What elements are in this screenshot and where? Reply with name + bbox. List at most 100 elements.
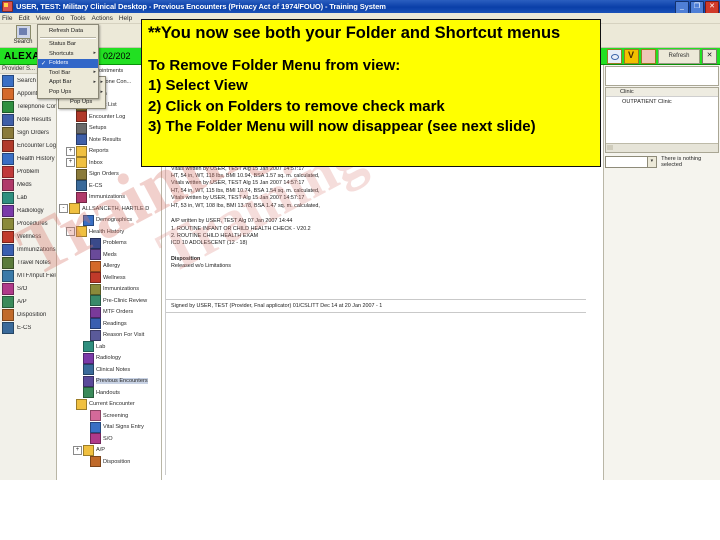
shortcut-item-5[interactable]: Encounter Log [0, 139, 56, 152]
annotation-line-1: **You now see both your Folder and Short… [148, 24, 561, 42]
tree-node-17[interactable]: Allergy [57, 260, 161, 273]
right-panel-toolbar[interactable] [605, 66, 719, 86]
tree-node-15[interactable]: Problems [57, 237, 161, 250]
tree-node-34[interactable]: Disposition [57, 456, 161, 468]
right-panel-combo-row[interactable]: ▾ There is nothing selected [605, 156, 719, 168]
selection-note: There is nothing selected [661, 156, 702, 168]
tree-node-25[interactable]: Radiology [57, 352, 161, 365]
menu-item-refresh-data[interactable]: Refresh Data [38, 26, 98, 36]
tree-node-21[interactable]: MTF Orders [57, 306, 161, 319]
tree-node-29[interactable]: Current Encounter [57, 398, 161, 411]
tree-expander-7[interactable]: + [66, 146, 75, 156]
tree-expander-14[interactable]: - [66, 227, 75, 237]
shortcut-item-13[interactable]: Immunizations [0, 243, 56, 256]
menu-item-status-bar[interactable]: Status Bar [38, 40, 98, 50]
menu-item-pop-ups[interactable]: Pop Ups [38, 87, 98, 97]
shortcut-item-6[interactable]: Health History [0, 152, 56, 165]
tree-node-14[interactable]: - Health History [57, 226, 161, 238]
refresh-button[interactable]: Refresh [658, 49, 700, 64]
patient-banner-tools[interactable]: Refresh ✕ [607, 49, 717, 64]
encounter-log-icon [2, 139, 14, 152]
tree-node-12[interactable]: - ALLSANCETH, HARTLE D [57, 203, 161, 215]
shortcut-item-9[interactable]: Lab [0, 191, 56, 204]
menu-label-status-bar: Status Bar [49, 41, 77, 48]
shortcut-item-18[interactable]: Disposition [0, 308, 56, 321]
menu-item-file[interactable]: File [2, 15, 12, 22]
shortcut-item-7[interactable]: Problem [0, 165, 56, 178]
previous-encounters-icon [83, 375, 94, 387]
tree-label-24: Lab [96, 343, 106, 350]
menu-item-view[interactable]: View [36, 15, 50, 22]
tree-node-22[interactable]: Readings [57, 318, 161, 330]
shortcut-item-10[interactable]: Radiology [0, 204, 56, 217]
annotation-step-3: 3) The Folder Menu will now disappear (s… [148, 118, 536, 135]
tree-expander-33[interactable]: + [73, 445, 82, 455]
banner-close-button[interactable]: ✕ [702, 49, 717, 64]
vitals-icon[interactable] [624, 49, 639, 64]
shortcut-item-15[interactable]: MTF/Input Fields [0, 269, 56, 282]
lab-icon [83, 341, 94, 353]
tree-node-18[interactable]: Wellness [57, 272, 161, 284]
shortcut-item-16[interactable]: S/O [0, 282, 56, 295]
shortcut-item-3[interactable]: Note Results [0, 113, 56, 126]
note-results-icon [2, 113, 14, 126]
tree-node-28[interactable]: Handouts [57, 387, 161, 399]
shortcut-label-0: Search [17, 77, 37, 84]
chevron-down-icon[interactable]: ▾ [647, 156, 658, 168]
tree-node-32[interactable]: S/O [57, 433, 161, 445]
vitals-line-6: Vitals written by USER, TEST Alg 15 Jan … [171, 195, 305, 202]
tree-node-11[interactable]: Immunizations [57, 191, 161, 204]
menu-item-appt-bar[interactable]: Appt Bar ▸ [38, 78, 98, 88]
tree-node-27[interactable]: Previous Encounters [57, 375, 161, 388]
shortcut-item-8[interactable]: Meds [0, 178, 56, 191]
horizontal-scrollbar[interactable] [606, 143, 718, 152]
tree-expander-12[interactable]: - [59, 204, 68, 214]
tree-node-31[interactable]: Vital Signs Entry [57, 421, 161, 434]
menu-item-help[interactable]: Help [119, 15, 132, 22]
right-panel[interactable]: Clinic OUTPATIENT Clinic ▾ There is noth… [604, 65, 720, 480]
shortcut-item-11[interactable]: Procedures [0, 217, 56, 230]
tree-node-10[interactable]: E-CS [57, 180, 161, 192]
problem-icon [2, 165, 14, 178]
shortcut-item-14[interactable]: Travel Notes [0, 256, 56, 269]
menu-item-edit[interactable]: Edit [18, 15, 29, 22]
filter-select[interactable] [605, 156, 648, 168]
allergy-icon[interactable] [641, 49, 656, 64]
tree-node-23[interactable]: Reason For Visit [57, 329, 161, 342]
view-dropdown-menu[interactable]: Refresh Data Status Bar Shortcuts ▸ ✓ Fo… [37, 24, 99, 99]
tree-label-34: Disposition [103, 458, 131, 465]
signature-line: Signed by USER, TEST (Provider, Fnal app… [171, 302, 383, 309]
shortcut-list[interactable]: SearchAppointm...Telephone Con...Note Re… [0, 74, 56, 334]
menu-item-actions[interactable]: Actions [92, 15, 113, 22]
menu-item-folders[interactable]: ✓ Folders [38, 58, 98, 68]
clinic-value[interactable]: OUTPATIENT Clinic [606, 97, 718, 105]
tree-node-24[interactable]: Lab [57, 341, 161, 353]
shortcut-item-2[interactable]: Telephone Con... [0, 100, 56, 113]
shortcut-item-19[interactable]: E-CS [0, 321, 56, 334]
tree-node-33[interactable]: + A/P [57, 444, 161, 457]
menu-item-tool-bar[interactable]: Tool Bar ▸ [38, 68, 98, 78]
tree-label-5: Setups [89, 125, 107, 132]
tree-expander-8[interactable]: + [66, 158, 75, 168]
tree-node-16[interactable]: Meds [57, 249, 161, 261]
provider-shortcut-panel[interactable]: Provider S... Search Appointm... Telephone… [0, 65, 57, 480]
tree-node-26[interactable]: Clinical Notes [57, 364, 161, 376]
application-window: USER, TEST: Military Clinical Desktop - … [0, 0, 720, 540]
tree-node-9[interactable]: Sign Orders [57, 168, 161, 181]
menu-item-tools[interactable]: Tools [70, 15, 85, 22]
tree-node-20[interactable]: Pre-Clinic Review [57, 295, 161, 307]
annotation-step-1: 1) Select View [148, 77, 248, 94]
shortcut-item-4[interactable]: Sign Orders [0, 126, 56, 139]
shortcut-item-12[interactable]: Wellness [0, 230, 56, 243]
tree-node-13[interactable]: Demographics [57, 214, 161, 227]
clinic-list[interactable]: Clinic OUTPATIENT Clinic [605, 87, 719, 153]
tree-node-30[interactable]: Screening [57, 410, 161, 422]
menu-item-go[interactable]: Go [56, 15, 65, 22]
vitals-line-5: HT, 54 in, WT, 115 lbs, BMI 10.74, BSA 1… [171, 187, 320, 194]
tree-node-19[interactable]: Immunizations [57, 283, 161, 296]
shortcut-item-17[interactable]: A/P [0, 295, 56, 308]
disposition-value: Released w/o Limitations [171, 263, 231, 270]
edit-icon[interactable] [607, 49, 622, 64]
annotation-overlay: **You now see both your Folder and Short… [141, 19, 601, 167]
menu-item-shortcuts[interactable]: Shortcuts ▸ [38, 49, 98, 59]
